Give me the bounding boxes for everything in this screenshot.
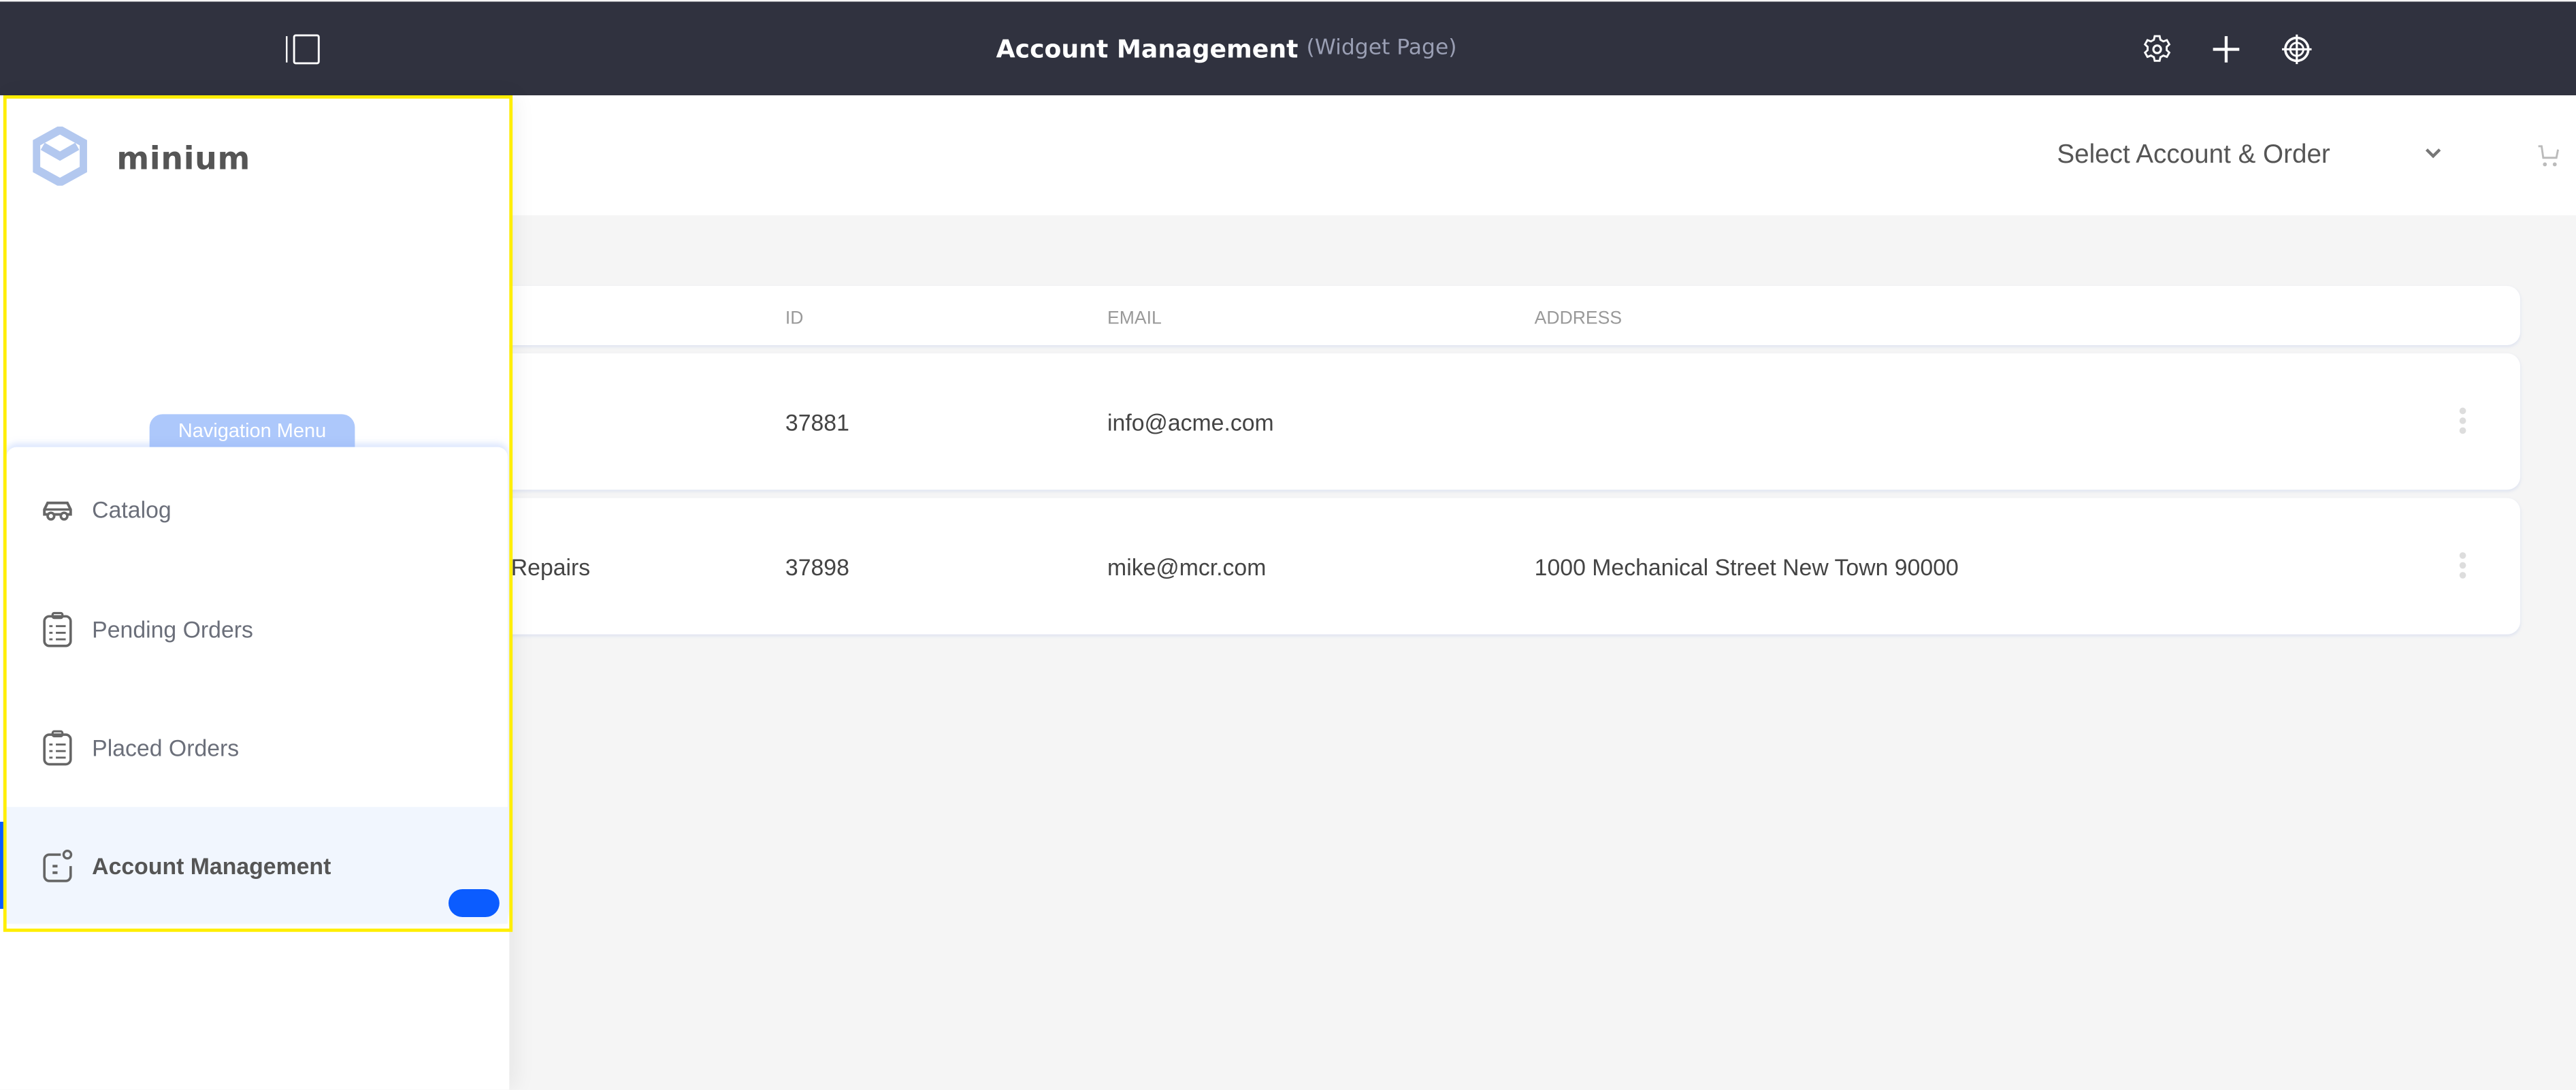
page-title-text: Account Management [996, 33, 1299, 63]
table-row[interactable]: 37881 info@acme.com [410, 353, 2521, 490]
table-row[interactable]: Repairs 37898 mike@mcr.com 1000 Mechanic… [410, 498, 2521, 635]
row-menu-icon[interactable] [2458, 407, 2467, 437]
target-icon[interactable] [2281, 33, 2313, 65]
chevron-down-icon[interactable] [2422, 142, 2445, 165]
table-header: ID EMAIL ADDRESS [410, 286, 2521, 345]
row-menu-icon[interactable] [2458, 552, 2467, 581]
column-header-address: ADDRESS [1534, 308, 1623, 329]
account-id: 37881 [785, 409, 849, 436]
selection-highlight [3, 95, 513, 932]
cart-icon[interactable] [2535, 143, 2562, 170]
account-name: Repairs [510, 554, 591, 581]
page-subtitle: (Widget Page) [1306, 36, 1457, 61]
account-address: 1000 Mechanical Street New Town 90000 [1534, 554, 1959, 581]
column-header-id: ID [785, 308, 804, 329]
gear-icon[interactable] [2140, 33, 2173, 65]
account-email: info@acme.com [1107, 409, 1274, 436]
account-email: mike@mcr.com [1107, 554, 1267, 581]
top-bar: Account Management (Widget Page) [0, 1, 2576, 96]
plus-icon[interactable] [2210, 33, 2243, 65]
column-header-email: EMAIL [1107, 308, 1162, 329]
account-id: 37898 [785, 554, 849, 581]
account-order-select[interactable]: Select Account & Order [2057, 142, 2330, 171]
page-title: Account Management (Widget Page) [0, 1, 2453, 95]
